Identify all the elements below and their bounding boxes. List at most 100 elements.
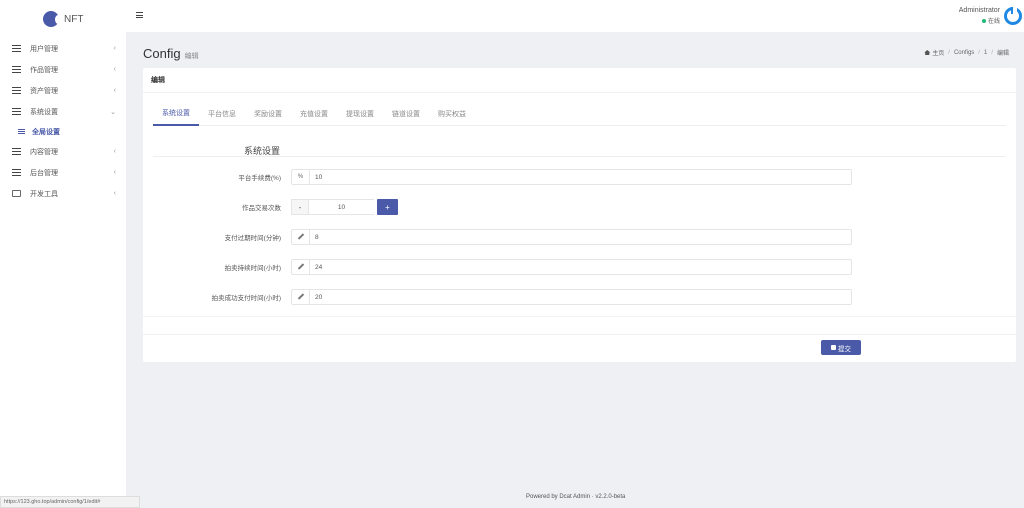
page-title-text: Config [143, 46, 181, 61]
sidebar-item-label: 开发工具 [30, 190, 58, 198]
sidebar-item-admin-management[interactable]: 后台管理 ‹ [0, 162, 126, 183]
breadcrumb-id[interactable]: 1 [984, 50, 987, 56]
breadcrumb-home[interactable]: 主页 [924, 48, 944, 57]
sidebar-item-system-settings[interactable]: 系统设置 ⌄ [0, 101, 126, 122]
sidebar-item-works-management[interactable]: 作品管理 ‹ [0, 59, 126, 80]
keyboard-icon [12, 190, 21, 197]
powered-by: Powered by Dcat Admin · v2.2.0-beta [526, 494, 626, 500]
pay-expire-input[interactable] [310, 230, 851, 244]
auction-pay-input[interactable] [310, 290, 851, 304]
user-name: Administrator [958, 7, 1000, 14]
sidebar-item-label: 后台管理 [30, 169, 58, 177]
pencil-icon [292, 230, 310, 244]
menu-bars-icon [12, 108, 21, 115]
chevron-left-icon: ‹ [113, 169, 116, 176]
user-status: 在线 [959, 16, 1000, 25]
logo-text: NFT [64, 13, 84, 25]
menu-bars-icon [12, 66, 21, 73]
pay-expire-input-group [291, 229, 852, 245]
sidebar-item-label: 作品管理 [30, 66, 58, 74]
submit-label: 提交 [838, 345, 851, 353]
tab-reward-settings[interactable]: 奖励设置 [245, 102, 291, 126]
percent-icon: % [292, 170, 310, 184]
menu-bars-icon [12, 148, 21, 155]
breadcrumb-home-label: 主页 [932, 51, 945, 57]
status-url: https://123.gho.top/admin/config/1/edit# [0, 496, 140, 508]
chevron-left-icon: ‹ [113, 148, 116, 155]
tab-withdraw-settings[interactable]: 提现设置 [337, 102, 383, 126]
auction-duration-input[interactable] [310, 260, 851, 274]
divider [143, 316, 1016, 317]
logo[interactable]: NFT [0, 0, 126, 38]
chevron-left-icon: ‹ [113, 87, 116, 94]
form-row-pay-expire: 支付过期时间(分钟) [153, 229, 1006, 245]
sidebar-item-label: 用户管理 [30, 45, 58, 53]
breadcrumb-separator: / [991, 49, 993, 56]
logo-icon [43, 11, 61, 27]
pencil-icon [292, 290, 310, 304]
breadcrumb-configs[interactable]: Configs [954, 50, 974, 56]
home-icon [924, 50, 931, 55]
pencil-icon [292, 260, 310, 274]
form-row-trade-count: 作品交易次数 - + [153, 199, 1006, 215]
settings-tabs: 系统设置 平台信息 奖励设置 充值设置 提现设置 链道设置 购买权益 [153, 102, 1006, 126]
decrement-button[interactable]: - [291, 199, 309, 215]
edit-card: 编辑 系统设置 平台信息 奖励设置 充值设置 提现设置 链道设置 购买权益 系统… [143, 68, 1016, 362]
avatar[interactable] [1004, 7, 1022, 25]
form-row-fee: 平台手续费(%) % [153, 169, 1006, 185]
pay-expire-label: 支付过期时间(分钟) [224, 235, 281, 242]
user-status-text: 在线 [987, 19, 1000, 25]
page-title: Config 编辑 [143, 46, 199, 61]
sidebar-subitem-label: 全局设置 [32, 128, 60, 136]
divider [143, 334, 1016, 335]
auction-pay-input-group [291, 289, 852, 305]
tab-chain-settings[interactable]: 链道设置 [383, 102, 429, 126]
save-icon [831, 345, 836, 350]
breadcrumb-current: 编辑 [996, 51, 1009, 57]
auction-duration-input-group [291, 259, 852, 275]
menu-bars-icon [18, 129, 25, 134]
sidebar-item-dev-tools[interactable]: 开发工具 ‹ [0, 183, 126, 204]
tab-purchase-rights[interactable]: 购买权益 [429, 102, 475, 126]
fee-input[interactable] [310, 170, 851, 184]
tab-system-settings[interactable]: 系统设置 [153, 102, 199, 126]
sidebar-item-label: 内容管理 [30, 148, 58, 156]
sidebar-item-user-management[interactable]: 用户管理 ‹ [0, 38, 126, 59]
form-row-auction-duration: 拍卖持续时间(小时) [153, 259, 1006, 275]
card-header: 编辑 [143, 68, 1016, 93]
sidebar-item-content-management[interactable]: 内容管理 ‹ [0, 141, 126, 162]
topbar: Administrator 在线 [126, 0, 1024, 32]
sidebar: NFT 用户管理 ‹ 作品管理 ‹ 资产管理 ‹ 系统设置 ⌄ 全局设置 内容管… [0, 0, 126, 508]
user-menu[interactable]: Administrator 在线 [959, 7, 1000, 25]
menu-bars-icon [12, 87, 21, 94]
server-icon [12, 169, 21, 176]
chevron-left-icon: ‹ [113, 190, 116, 197]
page-subtitle: 编辑 [184, 53, 199, 60]
menu-bars-icon [12, 45, 21, 52]
breadcrumb-separator: / [948, 49, 950, 56]
breadcrumb-separator: / [978, 49, 980, 56]
fee-input-group: % [291, 169, 852, 185]
chevron-down-icon: ⌄ [110, 108, 116, 116]
sidebar-item-label: 资产管理 [30, 87, 58, 95]
trade-count-input[interactable] [309, 199, 374, 215]
submit-button[interactable]: 提交 [821, 340, 861, 355]
auction-duration-label: 拍卖持续时间(小时) [224, 265, 281, 272]
auction-pay-label: 拍卖成功支付时间(小时) [211, 295, 281, 302]
increment-button[interactable]: + [377, 199, 398, 215]
divider [153, 156, 1006, 157]
sidebar-item-label: 系统设置 [30, 108, 58, 116]
fee-label: 平台手续费(%) [238, 175, 281, 182]
form-row-auction-pay: 拍卖成功支付时间(小时) [153, 289, 1006, 305]
trade-count-stepper: - + [291, 199, 398, 215]
sidebar-item-asset-management[interactable]: 资产管理 ‹ [0, 80, 126, 101]
tab-platform-info[interactable]: 平台信息 [199, 102, 245, 126]
chevron-left-icon: ‹ [113, 66, 116, 73]
trade-count-label: 作品交易次数 [242, 205, 281, 212]
breadcrumb: 主页 / Configs / 1 / 编辑 [924, 48, 1009, 57]
menu-toggle-icon[interactable] [136, 12, 143, 18]
online-dot-icon [981, 19, 986, 23]
tab-recharge-settings[interactable]: 充值设置 [291, 102, 337, 126]
chevron-left-icon: ‹ [113, 45, 116, 52]
sidebar-subitem-global-settings[interactable]: 全局设置 [0, 122, 126, 141]
